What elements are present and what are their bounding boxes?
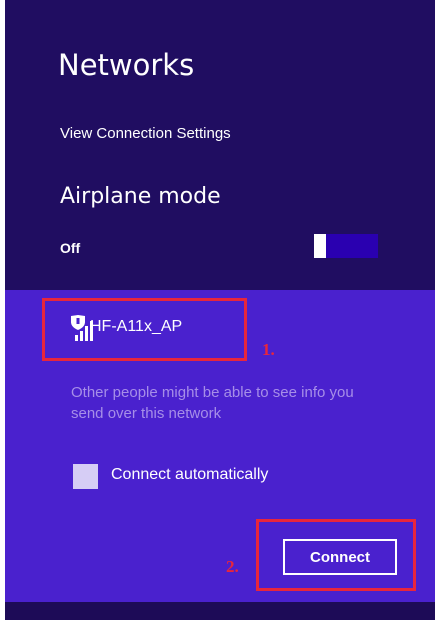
connect-automatically-checkbox[interactable] [73,464,98,489]
airplane-mode-toggle[interactable] [314,234,378,258]
bottom-strip [5,602,435,620]
networks-charm-panel: Networks View Connection Settings Airpla… [5,0,435,620]
annotation-label-step2: 2. [226,557,239,576]
view-connection-settings-link[interactable]: View Connection Settings [60,125,231,142]
toggle-thumb [314,234,326,258]
connect-button[interactable]: Connect [283,539,397,575]
networks-header: Networks View Connection Settings Airpla… [5,0,435,290]
network-name: HF-A11x_AP [90,318,183,335]
airplane-mode-state: Off [60,240,81,256]
airplane-mode-title: Airplane mode [60,184,221,209]
annotation-label-step1: 1. [262,340,275,359]
network-security-warning: Other people might be able to see info y… [71,384,354,422]
connect-automatically-label[interactable]: Connect automatically [111,466,268,484]
page-title: Networks [58,48,195,82]
